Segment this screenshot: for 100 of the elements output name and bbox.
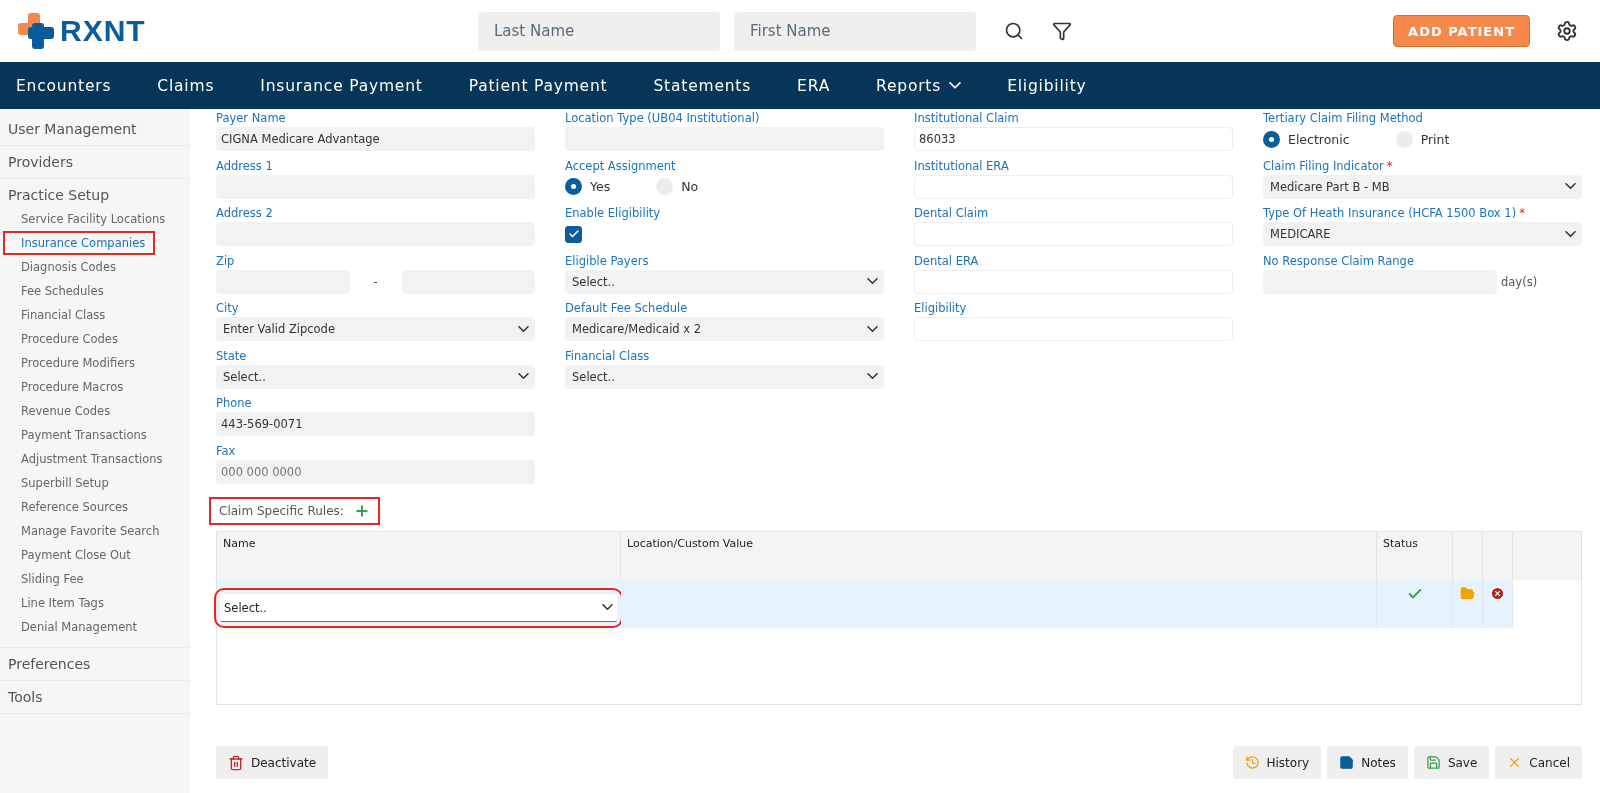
add-icon[interactable] — [353, 503, 370, 519]
chevron-down-icon — [1565, 183, 1576, 190]
field-label: Phone — [216, 395, 253, 412]
select-field[interactable]: Select.. — [216, 364, 535, 389]
field-label: Claim Filing Indicator * — [1263, 157, 1394, 175]
nav-link[interactable]: Encounters — [16, 76, 112, 95]
sidebar-item[interactable]: Diagnosis Codes — [3, 255, 126, 279]
checkbox[interactable] — [565, 225, 582, 243]
field-label: Eligibility — [914, 300, 968, 317]
nav-link[interactable]: Claims — [157, 76, 215, 95]
text-field[interactable]: 000 000 0000 — [216, 459, 535, 484]
chevron-down-icon — [867, 325, 878, 332]
unit-label: day(s) — [1501, 274, 1538, 289]
sidebar-item[interactable]: Superbill Setup — [3, 471, 119, 495]
chevron-down-icon — [518, 325, 529, 332]
field-label: Address 2 — [216, 205, 274, 222]
history-icon — [1244, 755, 1260, 770]
chevron-down-icon — [602, 604, 613, 611]
sidebar-item[interactable]: Manage Favorite Search — [3, 519, 170, 543]
trash-icon — [228, 754, 244, 771]
folder-icon[interactable] — [1460, 586, 1475, 601]
section-title: Claim Specific Rules: — [219, 504, 344, 518]
field-label: Dental ERA — [914, 252, 980, 270]
text-field[interactable]: 86033 — [914, 127, 1233, 151]
radio-label: Print — [1420, 131, 1450, 147]
select-field[interactable]: MEDICARE — [1263, 222, 1582, 246]
delete-icon[interactable] — [1490, 586, 1505, 601]
field-label: Address 1 — [216, 157, 274, 175]
field-label: Zip — [216, 252, 236, 270]
check-icon — [567, 228, 580, 240]
sidebar-group[interactable]: User Management — [8, 121, 137, 137]
field-label: Accept Assignment — [565, 157, 677, 175]
note-icon — [1339, 755, 1355, 770]
sidebar-item[interactable]: Adjustment Transactions — [3, 447, 173, 471]
radio-label: Electronic — [1288, 131, 1350, 147]
sidebar-item[interactable]: Sliding Fee — [3, 567, 94, 591]
field-label: City — [216, 300, 240, 317]
chevron-down-icon — [1565, 230, 1576, 237]
sidebar-item[interactable]: Revenue Codes — [3, 399, 121, 423]
field-label: Type Of Heath Insurance (HCFA 1500 Box 1) * — [1263, 205, 1526, 222]
sidebar-group[interactable]: Tools — [8, 689, 43, 705]
logo-text: RXNT — [60, 14, 146, 48]
required-mark: * — [1386, 158, 1393, 173]
sidebar-group[interactable]: Providers — [8, 154, 73, 170]
field-label: State — [216, 347, 248, 365]
radio-button[interactable] — [1263, 130, 1280, 148]
footer-button[interactable]: History — [1232, 746, 1322, 779]
sidebar-group[interactable]: Practice Setup — [8, 187, 110, 203]
sidebar-item[interactable]: Payment Close Out — [3, 543, 141, 567]
sidebar-item[interactable]: Reference Sources — [3, 495, 139, 519]
chevron-down-icon — [867, 278, 878, 285]
select-field[interactable]: Select.. — [565, 364, 884, 389]
sidebar-item[interactable]: Procedure Codes — [3, 327, 128, 351]
select-field[interactable]: Medicare Part B - MB — [1263, 174, 1582, 199]
select-field[interactable]: Select.. — [565, 269, 884, 294]
field-label: Institutional ERA — [914, 157, 1010, 175]
nav-link[interactable]: Statements — [653, 76, 752, 95]
field-label: Fax — [216, 442, 237, 460]
field-label: Dental Claim — [914, 205, 990, 222]
field-label: Default Fee Schedule — [565, 300, 689, 317]
radio-button[interactable] — [565, 178, 582, 195]
sidebar-item[interactable]: Fee Schedules — [3, 279, 114, 303]
radio-label: No — [681, 179, 699, 194]
sidebar-item[interactable]: Financial Class — [3, 303, 116, 327]
sidebar-item[interactable]: Denial Management — [3, 615, 148, 639]
save-icon — [1425, 755, 1441, 770]
sidebar-item[interactable]: Payment Transactions — [3, 423, 157, 447]
nav-link[interactable]: Patient Payment — [468, 76, 608, 95]
footer-button[interactable]: Cancel — [1495, 746, 1582, 779]
nav-link[interactable]: Insurance Payment — [260, 76, 423, 95]
sidebar-item[interactable]: Line Item Tags — [3, 591, 114, 615]
field-label: Location Type (UB04 Institutional) — [565, 110, 761, 127]
chevron-down-icon — [518, 373, 529, 380]
select-field[interactable]: Medicare/Medicaid x 2 — [565, 317, 884, 341]
sidebar-item[interactable]: Procedure Modifiers — [3, 351, 145, 375]
logo-icon — [18, 13, 54, 49]
footer-button[interactable]: Notes — [1327, 746, 1408, 779]
field-label: Eligible Payers — [565, 252, 650, 270]
search-field[interactable]: Last Name — [478, 11, 720, 51]
sidebar-item[interactable]: Service Facility Locations — [3, 207, 176, 231]
select-field[interactable]: Enter Valid Zipcode — [216, 317, 535, 341]
deactivate-button[interactable]: Deactivate — [216, 746, 329, 779]
sidebar-group[interactable]: Preferences — [8, 656, 91, 672]
field-label: Financial Class — [565, 347, 651, 365]
nav-link[interactable]: Reports — [876, 76, 962, 95]
text-field[interactable]: 443-569-0071 — [216, 412, 535, 436]
chevron-down-icon — [867, 373, 878, 380]
nav-link[interactable]: Eligibility — [1007, 76, 1087, 95]
field-label: No Response Claim Range — [1263, 252, 1415, 270]
search-field[interactable]: First Name — [734, 11, 976, 51]
select-field[interactable]: Select.. — [220, 594, 617, 622]
field-label: Payer Name — [216, 110, 287, 127]
field-label: Tertiary Claim Filing Method — [1263, 110, 1424, 127]
zip-separator: - — [372, 274, 379, 289]
sidebar-item[interactable]: Insurance Companies — [3, 231, 156, 255]
nav-link[interactable]: ERA — [797, 76, 831, 95]
text-field[interactable]: CIGNA Medicare Advantage — [216, 127, 535, 151]
sidebar-item[interactable]: Procedure Macros — [3, 375, 134, 399]
field-label: Enable Eligibility — [565, 205, 662, 222]
footer-button[interactable]: Save — [1413, 746, 1490, 779]
